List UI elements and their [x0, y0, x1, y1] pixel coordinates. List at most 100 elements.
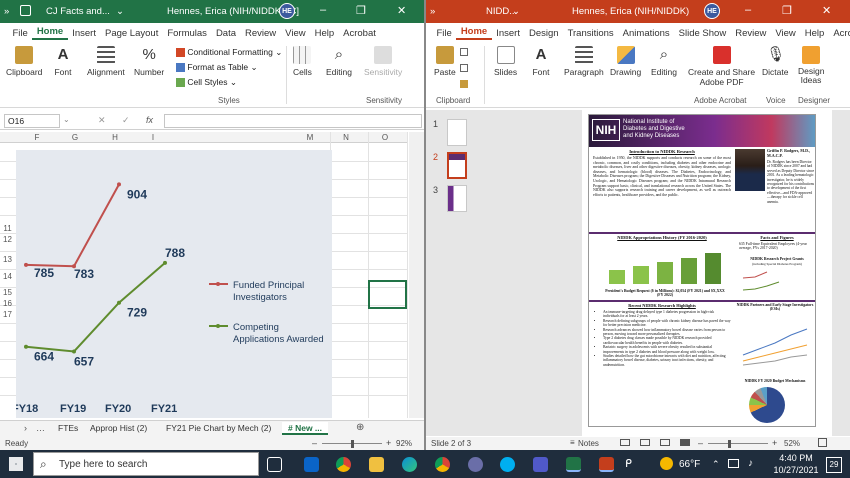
slide-thumbnail-2[interactable] [447, 152, 467, 179]
conditional-formatting-button[interactable]: Conditional Formatting ⌄ [176, 47, 282, 58]
ppt-minimize-icon[interactable]: – [745, 4, 751, 16]
column-header-g[interactable]: G [64, 132, 86, 143]
excel-vertical-scrollbar[interactable] [409, 132, 424, 418]
excel-tab-file[interactable]: File [8, 28, 32, 39]
ppt-zoom-slider-thumb[interactable] [728, 440, 731, 448]
data-point[interactable] [163, 260, 167, 265]
ppt-vertical-scrollbar[interactable] [832, 110, 850, 436]
sheet-tab-ftes[interactable]: FTEs [52, 422, 84, 435]
format-painter-icon[interactable] [460, 80, 468, 88]
ppt-tab-transitions[interactable]: Transitions [563, 28, 618, 39]
ppt-title-chevron-icon[interactable]: ⌄ [512, 6, 520, 17]
excel-tab-review[interactable]: Review [241, 28, 281, 39]
sensitivity-button[interactable]: Sensitivity [364, 46, 402, 77]
cells-button[interactable]: Cells [293, 46, 312, 77]
excel-tab-formulas[interactable]: Formulas [163, 28, 212, 39]
ppt-close-icon[interactable]: ✕ [822, 4, 831, 17]
ppt-editing-button[interactable]: ⌕ Editing [651, 46, 677, 77]
excel-restore-icon[interactable]: ❐ [356, 4, 366, 17]
slide-sorter-icon[interactable] [640, 439, 650, 446]
series-line-0[interactable] [25, 183, 120, 268]
ppt-tab-animations[interactable]: Animations [618, 28, 674, 39]
excel-tab-help[interactable]: Help [310, 28, 339, 39]
editing-button[interactable]: ⌕ Editing [326, 46, 352, 77]
ppt-tab-view[interactable]: View [771, 28, 800, 39]
cut-icon[interactable] [460, 48, 468, 56]
add-sheet-icon[interactable]: ⊕ [356, 422, 364, 433]
sheet-tab-new[interactable]: # New ... [282, 422, 329, 435]
sheet-tab-approp-hist[interactable]: Approp Hist (2) [84, 422, 153, 435]
volume-icon[interactable]: ♪ [748, 458, 753, 469]
line-chart[interactable]: 785 783 904 664 657 729 788 FY18 FY19 FY20 FY21 Fun… [12, 150, 332, 418]
excel-taskbar-icon[interactable] [566, 457, 581, 472]
data-point[interactable] [24, 262, 28, 267]
selected-cell-o16[interactable] [368, 280, 407, 309]
paragraph-button[interactable]: Paragraph [564, 46, 604, 77]
excel-close-icon[interactable]: ✕ [397, 4, 406, 17]
cancel-entry-icon[interactable]: ✕ [98, 115, 106, 126]
pen-icon[interactable]: ᑭ [625, 457, 640, 472]
taskbar-date[interactable]: 10/27/2021 [770, 465, 822, 475]
task-view-icon[interactable] [267, 457, 282, 472]
format-as-table-button[interactable]: Format as Table ⌄ [176, 62, 258, 73]
outlook-icon[interactable] [304, 457, 319, 472]
number-button[interactable]: % Number [134, 46, 164, 77]
taskbar-search-box[interactable]: ⌕ Type here to search [33, 452, 259, 476]
excel-avatar[interactable]: HE [279, 3, 295, 19]
data-point[interactable] [117, 300, 121, 305]
weather-temperature[interactable]: 66°F [679, 459, 700, 470]
ppt-tab-acrobat[interactable]: Acrobat [829, 28, 850, 39]
excel-tab-data[interactable]: Data [211, 28, 240, 39]
name-box-dropdown-icon[interactable]: ⌄ [63, 115, 70, 124]
ppt-restore-icon[interactable]: ❐ [782, 4, 792, 17]
skype-icon[interactable] [500, 457, 515, 472]
column-header-h[interactable]: H [104, 132, 126, 143]
row-header-14[interactable]: 14 [0, 272, 15, 281]
chrome-alt-icon[interactable] [435, 457, 450, 472]
weather-sun-icon[interactable] [660, 457, 673, 470]
ppt-tab-insert[interactable]: Insert [492, 28, 525, 39]
data-point[interactable] [24, 344, 28, 349]
dictate-button[interactable]: 🎙 Dictate [762, 46, 788, 77]
row-header-12[interactable]: 12 [0, 235, 15, 244]
data-point[interactable] [117, 182, 121, 187]
ppt-tab-review[interactable]: Review [731, 28, 771, 39]
sheet-tab-fy21-pie[interactable]: FY21 Pie Chart by Mech (2) [160, 422, 277, 435]
ppt-tab-slide-show[interactable]: Slide Show [674, 28, 731, 39]
zoom-in-icon[interactable]: + [386, 438, 391, 448]
fit-slide-icon[interactable] [818, 438, 827, 447]
zoom-slider-thumb[interactable] [351, 440, 354, 448]
slides-button[interactable]: Slides [494, 46, 517, 77]
copy-icon[interactable] [460, 64, 468, 72]
ppt-zoom-in-icon[interactable]: + [772, 438, 777, 448]
drawing-button[interactable]: Drawing [610, 46, 641, 77]
app-icon[interactable] [468, 457, 483, 472]
ppt-zoom-out-icon[interactable]: – [698, 438, 703, 448]
excel-tab-view[interactable]: View [281, 28, 310, 39]
autosave-icon[interactable] [20, 5, 31, 16]
ppt-tab-design[interactable]: Design [524, 28, 563, 39]
network-icon[interactable] [728, 459, 739, 468]
notification-center-icon[interactable]: 29 [826, 457, 842, 473]
excel-tab-page-layout[interactable]: Page Layout [100, 28, 162, 39]
create-share-pdf-button[interactable]: Create and Share Adobe PDF [688, 46, 755, 87]
design-ideas-button[interactable]: Design Ideas [798, 46, 824, 85]
ppt-avatar[interactable]: HE [704, 3, 720, 19]
powerpoint-taskbar-icon[interactable] [599, 457, 614, 472]
confirm-entry-icon[interactable]: ✓ [122, 115, 130, 126]
reading-view-icon[interactable] [660, 439, 670, 446]
column-header-n[interactable]: N [335, 132, 357, 143]
system-tray-chevron-icon[interactable]: ⌃ [712, 459, 720, 470]
chrome-icon[interactable] [336, 457, 351, 472]
column-header-i[interactable]: I [142, 132, 164, 143]
row-header-17[interactable]: 17 [0, 310, 15, 319]
ppt-tab-file[interactable]: File [432, 28, 456, 39]
excel-tab-insert[interactable]: Insert [68, 28, 101, 39]
ppt-quick-access-chevron-icon[interactable]: » [430, 6, 435, 17]
data-point[interactable] [72, 349, 76, 354]
notes-icon[interactable]: ≡ [570, 438, 575, 447]
zoom-out-icon[interactable]: – [312, 438, 317, 448]
paste-button[interactable]: Paste [434, 46, 456, 77]
sheet-scroll-icon[interactable]: › [24, 423, 27, 433]
alignment-button[interactable]: Alignment [87, 46, 125, 77]
